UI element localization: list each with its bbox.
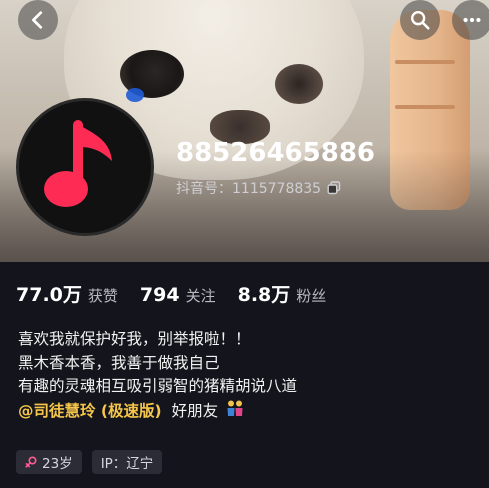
more-icon bbox=[463, 17, 481, 23]
profile-tags: 23岁 IP：辽宁 bbox=[16, 450, 163, 474]
profile-bio: 喜欢我就保护好我，别举报啦！！ 黑木香本香，我善于做我自己 有趣的灵魂相互吸引弱… bbox=[18, 328, 297, 423]
couple-emoji-icon bbox=[227, 400, 243, 416]
age-tag: 23岁 bbox=[16, 450, 82, 474]
copy-icon[interactable] bbox=[327, 181, 341, 195]
bio-mention-line: @司徒慧玲 (极速版) 好朋友 bbox=[18, 399, 297, 424]
back-button[interactable] bbox=[18, 0, 58, 40]
account-id: 抖音号：1115778835 bbox=[176, 178, 341, 198]
mention-link[interactable]: @司徒慧玲 (极速版) bbox=[18, 402, 162, 420]
banner-thumb-crease bbox=[395, 105, 455, 109]
following-label[interactable]: 关注 bbox=[186, 285, 216, 306]
ip-text: IP：辽宁 bbox=[100, 456, 154, 472]
following-count[interactable]: 794 bbox=[140, 284, 180, 306]
banner-tear bbox=[126, 88, 144, 102]
bio-line: 有趣的灵魂相互吸引弱智的猪精胡说八道 bbox=[18, 377, 298, 395]
ip-tag: IP：辽宁 bbox=[91, 450, 163, 474]
female-icon bbox=[25, 456, 37, 468]
chevron-left-icon bbox=[32, 11, 43, 29]
age-text: 23岁 bbox=[42, 456, 73, 472]
bio-line: 喜欢我就保护好我，别举报啦！！ bbox=[18, 330, 251, 348]
followers-label[interactable]: 粉丝 bbox=[296, 285, 326, 306]
more-button[interactable] bbox=[452, 0, 489, 40]
banner-thumb-crease bbox=[395, 60, 455, 64]
followers-count[interactable]: 8.8万 bbox=[238, 280, 291, 307]
profile-stats: 77.0万 获赞 794 关注 8.8万 粉丝 bbox=[16, 280, 348, 307]
friend-text: 好朋友 bbox=[171, 401, 219, 420]
likes-count[interactable]: 77.0万 bbox=[16, 280, 82, 307]
banner-dog-eye-right bbox=[275, 64, 323, 104]
search-icon bbox=[411, 11, 430, 30]
likes-label[interactable]: 获赞 bbox=[88, 285, 118, 306]
search-button[interactable] bbox=[400, 0, 440, 40]
bio-line: 黑木香本香，我善于做我自己 bbox=[18, 353, 220, 372]
nickname: 88526465886 bbox=[176, 138, 375, 168]
music-note-icon bbox=[44, 120, 112, 207]
avatar[interactable] bbox=[16, 98, 154, 236]
account-id-text: 抖音号：1115778835 bbox=[176, 181, 322, 197]
